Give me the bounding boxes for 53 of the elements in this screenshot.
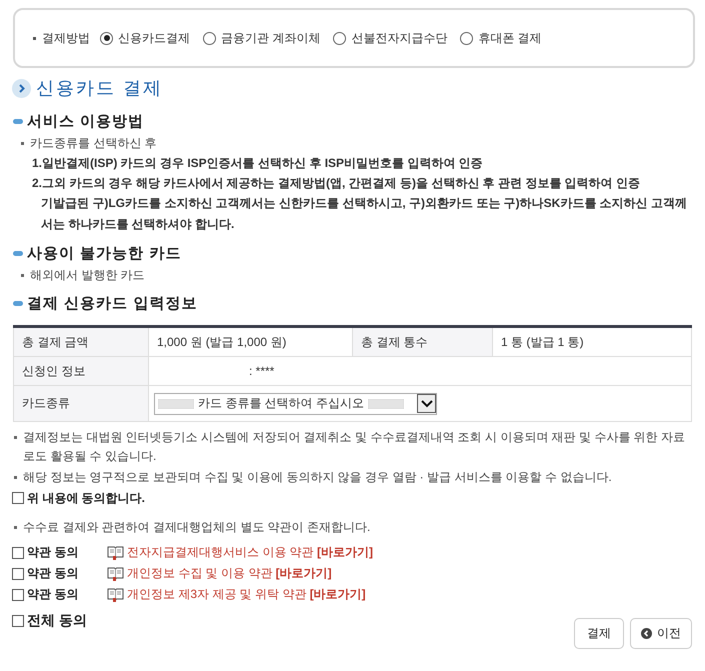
book-icon (107, 566, 124, 581)
checkbox-label[interactable]: 약관 동의 (27, 586, 107, 603)
section-heading: 서비스 이용방법 (27, 112, 144, 130)
terms-link[interactable]: 전자지급결제대행서비스 이용 약관 [바로가기] (127, 544, 374, 561)
radio-label[interactable]: 선불전자지급수단 (351, 30, 448, 46)
checkbox-label[interactable]: 약관 동의 (27, 544, 107, 561)
table-cell: : **** (148, 356, 692, 386)
table-header-cell: 카드종류 (14, 386, 148, 422)
checkbox-label[interactable]: 약관 동의 (27, 565, 107, 582)
note-text: 기발급된 구)LG카드를 소지하신 고객께서는 신한카드를 선택하시고, 구)외환카드 또는 구)하나SK카드를 소지하신 고객께서는 하나카드를 선택하셔야 합니다. (40, 195, 688, 233)
back-icon (641, 628, 652, 639)
radio-button[interactable] (460, 32, 474, 44)
table-header-cell: 총 결제 금액 (14, 326, 148, 356)
table-cell: 1 통 (발급 1 통) (492, 326, 692, 356)
bullet-icon (13, 300, 23, 306)
pay-button[interactable]: 결제 (574, 618, 624, 649)
notice-text: 결제정보는 대법원 인터넷등기소 시스템에 저장되어 결제취소 및 수수료결제내역 조회 시 이용되며 재판 및 수사를 위한 자료로도 활용될 수 있습니다. (23, 429, 686, 465)
radio-label[interactable]: 신용카드결제 (118, 30, 190, 46)
page-title: 신용카드 결제 (36, 77, 164, 100)
radio-button[interactable] (333, 32, 346, 44)
notice-text: 해당 정보는 영구적으로 보관되며 수집 및 이용에 동의하지 않을 경우 열람 · 발급 서비스를 이용할 수 없습니다. (23, 469, 612, 486)
card-type-select[interactable]: 카드 종류를 선택하여 주십시오 (154, 392, 437, 414)
table-header-cell: 총 결제 통수 (352, 326, 492, 356)
section-heading: 결제 신용카드 입력정보 (27, 294, 198, 312)
table-cell: 1,000 원 (발급 1,000 원) (148, 326, 352, 356)
checkbox-label[interactable]: 위 내용에 동의합니다. (27, 490, 146, 506)
checkbox[interactable] (12, 492, 24, 504)
notice-text: 수수료 결제와 관련하여 결제대행업체의 별도 약관이 존재합니다. (23, 519, 370, 536)
terms-link[interactable]: 개인정보 제3자 제공 및 위탁 약관 [바로가기] (127, 586, 366, 603)
step-text: 1.일반결제(ISP) 카드의 경우 ISP인증서를 선택하신 후 ISP비밀번호를 입력하여 인증 (31, 155, 484, 172)
bullet-text: 카드종류를 선택하신 후 (30, 135, 157, 152)
checkbox[interactable] (12, 588, 24, 600)
radio-label[interactable]: 금융기관 계좌이체 (221, 30, 320, 46)
chevron-icon (12, 78, 31, 98)
step-text: 2.그외 카드의 경우 해당 카드사에서 제공하는 결제방법(앱, 간편결제 등)을 선택하신 후 관련 정보를 입력하여 인증 (31, 175, 642, 192)
chevron-down-icon (420, 400, 432, 408)
back-button[interactable]: 이전 (630, 618, 692, 649)
checkbox[interactable] (12, 568, 24, 580)
checkbox[interactable] (12, 546, 24, 558)
radio-label[interactable]: 휴대폰 결제 (478, 30, 542, 46)
book-icon (107, 587, 124, 602)
bullet-icon (13, 250, 23, 256)
bullet-text: 해외에서 발행한 카드 (30, 267, 145, 284)
field-label: 결제방법 (42, 30, 90, 46)
checkbox[interactable] (12, 615, 24, 627)
radio-button[interactable] (100, 32, 113, 44)
table-header-cell: 신청인 정보 (14, 356, 148, 386)
bullet-icon (13, 118, 23, 124)
checkbox-label[interactable]: 전체 동의 (27, 612, 87, 630)
terms-link[interactable]: 개인정보 수집 및 이용 약관 [바로가기] (127, 565, 332, 582)
section-heading: 사용이 불가능한 카드 (27, 244, 182, 262)
radio-button[interactable] (203, 32, 216, 44)
book-icon (107, 545, 124, 560)
